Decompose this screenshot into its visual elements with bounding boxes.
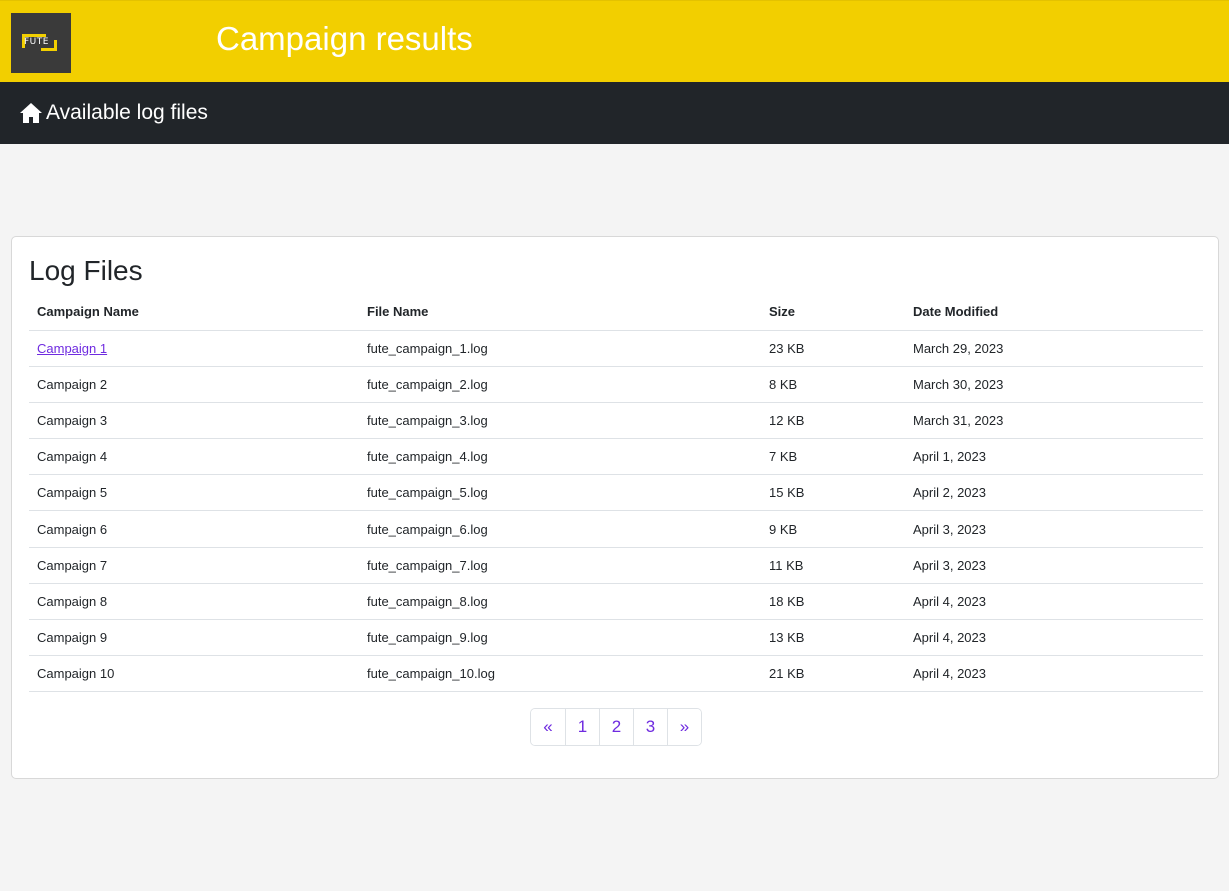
column-header-file-name: File Name [359,294,761,331]
available-log-files-label: Available log files [46,101,208,124]
size-cell: 7 KB [761,438,905,476]
file-name-cell: fute_campaign_5.log [359,474,761,512]
log-files-card: Log Files Campaign Name File Name Size D… [11,236,1219,779]
column-header-size: Size [761,294,905,331]
size-cell: 11 KB [761,547,905,584]
fute-logo: FUTE [11,13,71,73]
date-modified-cell: April 2, 2023 [905,474,1203,512]
date-modified-cell: March 30, 2023 [905,366,1203,403]
size-cell: 21 KB [761,655,905,693]
table-row: Campaign 5 fute_campaign_5.log 15 KB April … [29,474,1203,512]
pagination: « 1 2 3 » [530,708,702,746]
table-row: Campaign 2 fute_campaign_2.log 8 KB March 3… [29,366,1203,403]
file-name-cell: fute_campaign_1.log [359,330,761,367]
date-modified-cell: April 1, 2023 [905,438,1203,476]
table-row: Campaign 9 fute_campaign_9.log 13 KB April … [29,619,1203,657]
size-cell: 12 KB [761,402,905,440]
size-cell: 13 KB [761,619,905,657]
date-modified-cell: March 31, 2023 [905,402,1203,440]
size-cell: 18 KB [761,583,905,621]
date-modified-cell: April 3, 2023 [905,510,1203,548]
date-modified-cell: March 29, 2023 [905,330,1203,367]
table-header-row: Campaign Name File Name Size Date Modifi… [29,294,1203,331]
table-body: Campaign 1 fute_campaign_1.log 23 KB March … [29,330,1203,693]
pagination-previous-button[interactable]: « [531,709,565,745]
pagination-page-1[interactable]: 1 [565,709,599,745]
pagination-next-button[interactable]: » [667,709,701,745]
logo-text: FUTE [24,37,49,47]
column-header-date-modified: Date Modified [905,294,1203,331]
card-title: Log Files [29,255,143,286]
campaign-name-cell: Campaign 8 [29,583,359,621]
campaign-name-cell: Campaign 1 [29,330,359,367]
campaign-name-cell: Campaign 7 [29,547,359,584]
date-modified-cell: April 4, 2023 [905,655,1203,693]
campaign-name-cell: Campaign 4 [29,438,359,476]
file-name-cell: fute_campaign_8.log [359,583,761,621]
size-cell: 15 KB [761,474,905,512]
campaign-name-cell: Campaign 5 [29,474,359,512]
campaign-name-cell: Campaign 2 [29,366,359,403]
campaign-name-cell: Campaign 3 [29,402,359,440]
file-name-cell: fute_campaign_2.log [359,366,761,403]
pagination-page-3[interactable]: 3 [633,709,667,745]
app-title: Campaign results [216,20,473,57]
table-row: Campaign 1 fute_campaign_1.log 23 KB March … [29,330,1203,367]
column-header-campaign-name: Campaign Name [29,294,359,331]
home-icon [20,103,42,123]
file-name-cell: fute_campaign_6.log [359,510,761,548]
app-header: FUTE Campaign results [0,0,1229,82]
file-name-cell: fute_campaign_4.log [359,438,761,476]
file-name-cell: fute_campaign_7.log [359,547,761,584]
size-cell: 23 KB [761,330,905,367]
table-row: Campaign 10 fute_campaign_10.log 21 KB Apri… [29,655,1203,693]
table-row: Campaign 3 fute_campaign_3.log 12 KB March … [29,402,1203,440]
table-row: Campaign 7 fute_campaign_7.log 11 KB April … [29,547,1203,584]
pagination-page-2[interactable]: 2 [599,709,633,745]
file-name-cell: fute_campaign_10.log [359,655,761,693]
date-modified-cell: April 4, 2023 [905,619,1203,657]
table-row: Campaign 6 fute_campaign_6.log 9 KB April 3… [29,510,1203,548]
size-cell: 8 KB [761,366,905,403]
size-cell: 9 KB [761,510,905,548]
table-row: Campaign 4 fute_campaign_4.log 7 KB April 1… [29,438,1203,476]
campaign-name-cell: Campaign 9 [29,619,359,657]
campaign-name-cell: Campaign 10 [29,655,359,693]
navbar: Available log files [0,82,1229,144]
date-modified-cell: April 3, 2023 [905,547,1203,584]
campaign-name-cell: Campaign 6 [29,510,359,548]
log-files-table: Campaign Name File Name Size Date Modifi… [29,294,1203,693]
date-modified-cell: April 4, 2023 [905,583,1203,621]
file-name-cell: fute_campaign_9.log [359,619,761,657]
campaign-link[interactable]: Campaign 1 [37,341,107,356]
file-name-cell: fute_campaign_3.log [359,402,761,440]
table-row: Campaign 8 fute_campaign_8.log 18 KB April … [29,583,1203,621]
available-log-files-link[interactable]: Available log files [19,100,208,126]
